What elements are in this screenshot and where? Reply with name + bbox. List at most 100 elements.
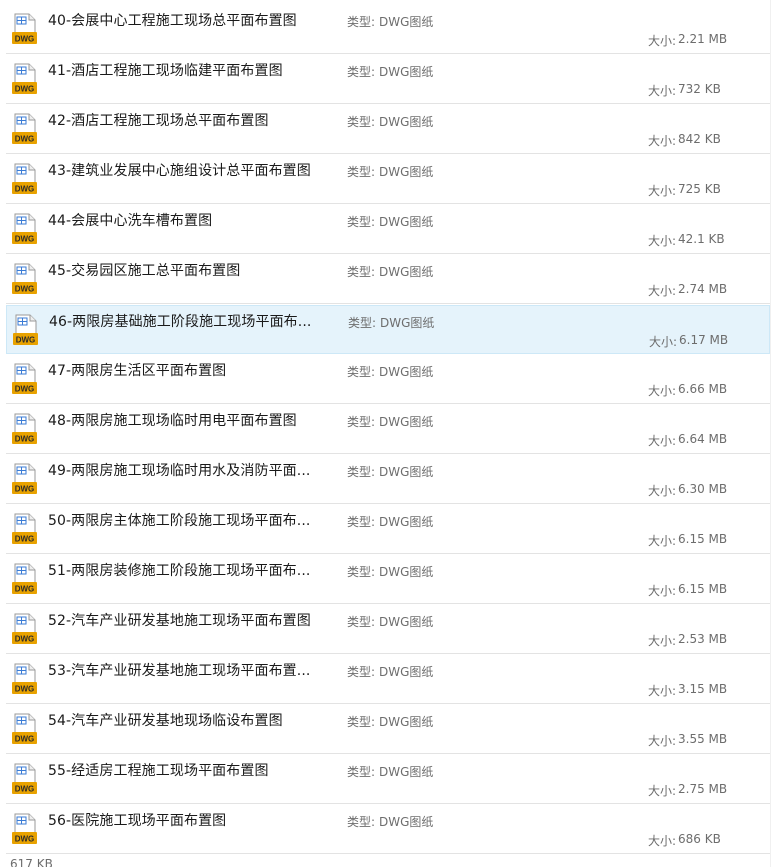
svg-text:DWG: DWG xyxy=(15,85,35,94)
type-label: 类型: xyxy=(347,165,376,179)
dwg-file-icon: DWG xyxy=(11,663,39,695)
size-value: 6.64 MB xyxy=(678,432,728,446)
partial-size-value: 617 KB xyxy=(10,857,53,867)
file-row-8[interactable]: DWG 48-两限房施工现场临时用电平面布置图 类型: DWG图纸 大小: 6.… xyxy=(6,405,770,454)
size-label: 大小: xyxy=(648,134,677,148)
file-row-5[interactable]: DWG 45-交易园区施工总平面布置图 类型: DWG图纸 大小: 2.74 M… xyxy=(6,255,770,304)
type-label: 类型: xyxy=(347,515,376,529)
size-label: 大小: xyxy=(648,534,677,548)
svg-text:DWG: DWG xyxy=(15,685,35,694)
size-label: 大小: xyxy=(648,584,677,598)
size-label: 大小: xyxy=(649,335,678,349)
file-row-4[interactable]: DWG 44-会展中心洗车槽布置图 类型: DWG图纸 大小: 42.1 KB xyxy=(6,205,770,254)
dwg-file-icon: DWG xyxy=(11,163,39,195)
file-name: 53-汽车产业研发基地施工现场平面布置... xyxy=(48,663,311,679)
file-row-3[interactable]: DWG 43-建筑业发展中心施组设计总平面布置图 类型: DWG图纸 大小: 7… xyxy=(6,155,770,204)
file-row-12[interactable]: DWG 52-汽车产业研发基地施工现场平面布置图 类型: DWG图纸 大小: 2… xyxy=(6,605,770,654)
size-value: 3.55 MB xyxy=(678,732,728,746)
type-label: 类型: xyxy=(347,815,376,829)
file-name: 50-两限房主体施工阶段施工现场平面布... xyxy=(48,513,311,529)
dwg-file-icon: DWG xyxy=(11,513,39,545)
type-value: DWG图纸 xyxy=(379,615,434,629)
file-name: 48-两限房施工现场临时用电平面布置图 xyxy=(48,413,297,429)
file-row-15[interactable]: DWG 55-经适房工程施工现场平面布置图 类型: DWG图纸 大小: 2.75… xyxy=(6,755,770,804)
dwg-file-icon: DWG xyxy=(11,713,39,745)
dwg-file-icon: DWG xyxy=(11,113,39,145)
type-label: 类型: xyxy=(347,65,376,79)
type-value: DWG图纸 xyxy=(379,515,434,529)
size-label: 大小: xyxy=(648,484,677,498)
size-value: 686 KB xyxy=(678,832,721,846)
size-value: 842 KB xyxy=(678,132,721,146)
svg-text:DWG: DWG xyxy=(15,235,35,244)
size-label: 大小: xyxy=(648,284,677,298)
size-value: 2.21 MB xyxy=(678,32,728,46)
size-value: 3.15 MB xyxy=(678,682,728,696)
size-label: 大小: xyxy=(648,684,677,698)
type-label: 类型: xyxy=(347,365,376,379)
size-value: 42.1 KB xyxy=(678,232,725,246)
size-value: 6.15 MB xyxy=(678,532,728,546)
type-value: DWG图纸 xyxy=(379,365,434,379)
dwg-file-icon: DWG xyxy=(11,63,39,95)
svg-text:DWG: DWG xyxy=(15,485,35,494)
file-row-14[interactable]: DWG 54-汽车产业研发基地现场临设布置图 类型: DWG图纸 大小: 3.5… xyxy=(6,705,770,754)
size-label: 大小: xyxy=(648,434,677,448)
dwg-file-icon: DWG xyxy=(11,13,39,45)
size-label: 大小: xyxy=(648,84,677,98)
type-value: DWG图纸 xyxy=(379,115,434,129)
size-value: 725 KB xyxy=(678,182,721,196)
file-row-0[interactable]: DWG 40-会展中心工程施工现场总平面布置图 类型: DWG图纸 大小: 2.… xyxy=(6,5,770,54)
file-row-9[interactable]: DWG 49-两限房施工现场临时用水及消防平面... 类型: DWG图纸 大小:… xyxy=(6,455,770,504)
svg-text:DWG: DWG xyxy=(15,35,35,44)
file-row-6[interactable]: DWG 46-两限房基础施工阶段施工现场平面布... 类型: DWG图纸 大小:… xyxy=(6,305,770,354)
file-row-2[interactable]: DWG 42-酒店工程施工现场总平面布置图 类型: DWG图纸 大小: 842 … xyxy=(6,105,770,154)
dwg-file-icon: DWG xyxy=(11,213,39,245)
size-label: 大小: xyxy=(648,734,677,748)
svg-text:DWG: DWG xyxy=(15,735,35,744)
dwg-file-icon: DWG xyxy=(11,563,39,595)
file-list: 617 KB DWG 40-会展中心工程施工现场总平面布置图 类型: DWG图纸… xyxy=(0,0,771,867)
type-label: 类型: xyxy=(347,415,376,429)
svg-text:DWG: DWG xyxy=(15,585,35,594)
file-row-16[interactable]: DWG 56-医院施工现场平面布置图 类型: DWG图纸 大小: 686 KB xyxy=(6,805,770,854)
file-row-13[interactable]: DWG 53-汽车产业研发基地施工现场平面布置... 类型: DWG图纸 大小:… xyxy=(6,655,770,704)
file-name: 47-两限房生活区平面布置图 xyxy=(48,363,227,379)
type-value: DWG图纸 xyxy=(379,465,434,479)
size-value: 6.17 MB xyxy=(679,333,729,347)
file-row-11[interactable]: DWG 51-两限房装修施工阶段施工现场平面布... 类型: DWG图纸 大小:… xyxy=(6,555,770,604)
type-label: 类型: xyxy=(347,115,376,129)
type-value: DWG图纸 xyxy=(379,665,434,679)
type-value: DWG图纸 xyxy=(379,15,434,29)
type-value: DWG图纸 xyxy=(379,765,434,779)
file-name: 49-两限房施工现场临时用水及消防平面... xyxy=(48,463,311,479)
file-name: 52-汽车产业研发基地施工现场平面布置图 xyxy=(48,613,311,629)
file-row-1[interactable]: DWG 41-酒店工程施工现场临建平面布置图 类型: DWG图纸 大小: 732… xyxy=(6,55,770,104)
file-name: 43-建筑业发展中心施组设计总平面布置图 xyxy=(48,163,311,179)
dwg-file-icon: DWG xyxy=(11,463,39,495)
svg-text:DWG: DWG xyxy=(15,835,35,844)
type-label: 类型: xyxy=(347,615,376,629)
type-label: 类型: xyxy=(347,765,376,779)
svg-text:DWG: DWG xyxy=(15,285,35,294)
type-value: DWG图纸 xyxy=(379,65,434,79)
type-value: DWG图纸 xyxy=(380,316,435,330)
dwg-file-icon: DWG xyxy=(11,263,39,295)
type-value: DWG图纸 xyxy=(379,415,434,429)
type-label: 类型: xyxy=(347,665,376,679)
type-value: DWG图纸 xyxy=(379,215,434,229)
file-name: 45-交易园区施工总平面布置图 xyxy=(48,263,241,279)
file-row-7[interactable]: DWG 47-两限房生活区平面布置图 类型: DWG图纸 大小: 6.66 MB xyxy=(6,355,770,404)
svg-text:DWG: DWG xyxy=(15,635,35,644)
svg-text:DWG: DWG xyxy=(15,435,35,444)
type-value: DWG图纸 xyxy=(379,715,434,729)
dwg-file-icon: DWG xyxy=(11,613,39,645)
file-name: 51-两限房装修施工阶段施工现场平面布... xyxy=(48,563,311,579)
file-name: 42-酒店工程施工现场总平面布置图 xyxy=(48,113,269,129)
file-name: 54-汽车产业研发基地现场临设布置图 xyxy=(48,713,283,729)
file-row-10[interactable]: DWG 50-两限房主体施工阶段施工现场平面布... 类型: DWG图纸 大小:… xyxy=(6,505,770,554)
svg-text:DWG: DWG xyxy=(15,385,35,394)
type-value: DWG图纸 xyxy=(379,165,434,179)
size-value: 6.30 MB xyxy=(678,482,728,496)
type-label: 类型: xyxy=(347,215,376,229)
